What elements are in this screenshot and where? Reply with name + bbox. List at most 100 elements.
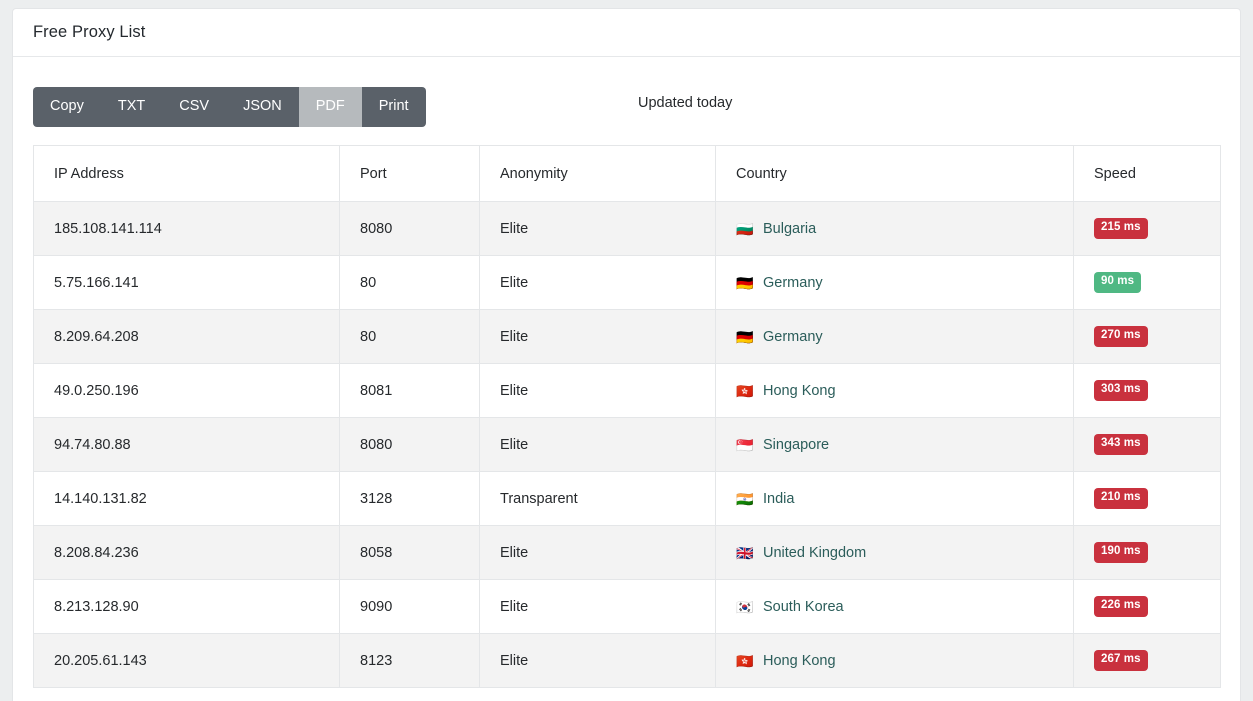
speed-badge: 215 ms [1094, 218, 1148, 239]
column-header-speed[interactable]: Speed [1074, 146, 1221, 202]
table-row: 94.74.80.888080Elite 🇸🇬 Singapore 343 ms [34, 418, 1221, 472]
table-row: 14.140.131.823128Transparent🇮🇳India210 m… [34, 472, 1221, 526]
country-cell: 🇬🇧 United Kingdom [736, 545, 1053, 561]
speed-badge: 90 ms [1094, 272, 1141, 293]
country-cell: 🇮🇳 India [736, 491, 1053, 507]
export-button-copy[interactable]: Copy [33, 87, 101, 127]
speed-badge: 226 ms [1094, 596, 1148, 617]
country-cell: 🇩🇪 Germany [736, 329, 1053, 345]
cell-anonymity: Elite [480, 202, 716, 256]
cell-port: 80 [340, 256, 480, 310]
cell-country: 🇸🇬 Singapore [716, 418, 1074, 472]
cell-ip-address: 5.75.166.141 [34, 256, 340, 310]
updated-label: Updated today [638, 95, 732, 111]
proxy-table: IP AddressPortAnonymityCountrySpeed 185.… [33, 145, 1221, 688]
cell-speed: 267 ms [1074, 634, 1221, 688]
page-root: Free Proxy List CopyTXTCSVJSONPDFPrint U… [0, 0, 1253, 701]
export-button-pdf[interactable]: PDF [299, 87, 362, 127]
speed-badge: 267 ms [1094, 650, 1148, 671]
country-flag-icon: 🇮🇳 [736, 492, 754, 506]
cell-ip-address: 14.140.131.82 [34, 472, 340, 526]
country-link[interactable]: South Korea [763, 599, 844, 615]
table-row: 185.108.141.1148080Elite🇧🇬Bulgaria215 ms [34, 202, 1221, 256]
table-head: IP AddressPortAnonymityCountrySpeed [34, 146, 1221, 202]
speed-badge: 303 ms [1094, 380, 1148, 401]
card-body: CopyTXTCSVJSONPDFPrint Updated today IP … [13, 57, 1240, 688]
cell-ip-address: 49.0.250.196 [34, 364, 340, 418]
export-button-csv[interactable]: CSV [162, 87, 226, 127]
cell-ip-address: 8.213.128.90 [34, 580, 340, 634]
proxy-list-card: Free Proxy List CopyTXTCSVJSONPDFPrint U… [12, 8, 1241, 701]
country-link[interactable]: Germany [763, 275, 823, 291]
country-link[interactable]: Singapore [763, 437, 829, 453]
speed-badge: 190 ms [1094, 542, 1148, 563]
cell-port: 8123 [340, 634, 480, 688]
page-title: Free Proxy List [33, 23, 145, 42]
country-flag-icon: 🇸🇬 [736, 438, 754, 452]
cell-port: 8081 [340, 364, 480, 418]
cell-country: 🇬🇧 United Kingdom [716, 526, 1074, 580]
cell-country: 🇧🇬 Bulgaria [716, 202, 1074, 256]
country-link[interactable]: Germany [763, 329, 823, 345]
speed-badge: 343 ms [1094, 434, 1148, 455]
cell-anonymity: Elite [480, 310, 716, 364]
cell-port: 8080 [340, 418, 480, 472]
cell-anonymity: Elite [480, 364, 716, 418]
cell-speed: 343 ms [1074, 418, 1221, 472]
cell-country: 🇮🇳 India [716, 472, 1074, 526]
export-button-txt[interactable]: TXT [101, 87, 162, 127]
cell-country: 🇭🇰 Hong Kong [716, 364, 1074, 418]
country-link[interactable]: Hong Kong [763, 383, 836, 399]
cell-ip-address: 20.205.61.143 [34, 634, 340, 688]
cell-ip-address: 8.208.84.236 [34, 526, 340, 580]
country-flag-icon: 🇧🇬 [736, 222, 754, 236]
country-flag-icon: 🇬🇧 [736, 546, 754, 560]
column-header-ip-address[interactable]: IP Address [34, 146, 340, 202]
country-cell: 🇸🇬 Singapore [736, 437, 1053, 453]
cell-speed: 226 ms [1074, 580, 1221, 634]
cell-port: 9090 [340, 580, 480, 634]
cell-speed: 210 ms [1074, 472, 1221, 526]
cell-country: 🇩🇪 Germany [716, 310, 1074, 364]
cell-anonymity: Elite [480, 256, 716, 310]
cell-speed: 190 ms [1074, 526, 1221, 580]
cell-country: 🇭🇰Hong Kong [716, 634, 1074, 688]
country-flag-icon: 🇭🇰 [736, 384, 754, 398]
table-toolbar: CopyTXTCSVJSONPDFPrint Updated today [33, 87, 1220, 131]
cell-anonymity: Elite [480, 418, 716, 472]
cell-anonymity: Elite [480, 526, 716, 580]
country-flag-icon: 🇩🇪 [736, 330, 754, 344]
cell-country: 🇩🇪 Germany [716, 256, 1074, 310]
speed-badge: 270 ms [1094, 326, 1148, 347]
country-link[interactable]: India [763, 491, 794, 507]
country-cell: 🇭🇰 Hong Kong [736, 383, 1053, 399]
country-link[interactable]: United Kingdom [763, 545, 866, 561]
column-header-country[interactable]: Country [716, 146, 1074, 202]
country-cell: 🇰🇷South Korea [736, 599, 1053, 615]
table-row: 8.208.84.2368058Elite 🇬🇧 United Kingdom 190… [34, 526, 1221, 580]
cell-anonymity: Transparent [480, 472, 716, 526]
cell-anonymity: Elite [480, 580, 716, 634]
column-header-anonymity[interactable]: Anonymity [480, 146, 716, 202]
column-header-port[interactable]: Port [340, 146, 480, 202]
country-cell: 🇭🇰Hong Kong [736, 653, 1053, 669]
export-button-json[interactable]: JSON [226, 87, 299, 127]
speed-badge: 210 ms [1094, 488, 1148, 509]
cell-port: 80 [340, 310, 480, 364]
cell-ip-address: 94.74.80.88 [34, 418, 340, 472]
cell-speed: 90 ms [1074, 256, 1221, 310]
cell-country: 🇰🇷South Korea [716, 580, 1074, 634]
cell-speed: 270 ms [1074, 310, 1221, 364]
card-header: Free Proxy List [13, 9, 1240, 57]
cell-port: 8080 [340, 202, 480, 256]
country-flag-icon: 🇩🇪 [736, 276, 754, 290]
table-row: 8.209.64.20880Elite 🇩🇪 Germany 270 ms [34, 310, 1221, 364]
country-link[interactable]: Hong Kong [763, 653, 836, 669]
cell-port: 8058 [340, 526, 480, 580]
table-row: 8.213.128.909090Elite 🇰🇷South Korea 226 ms [34, 580, 1221, 634]
table-header-row: IP AddressPortAnonymityCountrySpeed [34, 146, 1221, 202]
cell-ip-address: 8.209.64.208 [34, 310, 340, 364]
cell-speed: 215 ms [1074, 202, 1221, 256]
country-link[interactable]: Bulgaria [763, 221, 816, 237]
export-button-print[interactable]: Print [362, 87, 426, 127]
